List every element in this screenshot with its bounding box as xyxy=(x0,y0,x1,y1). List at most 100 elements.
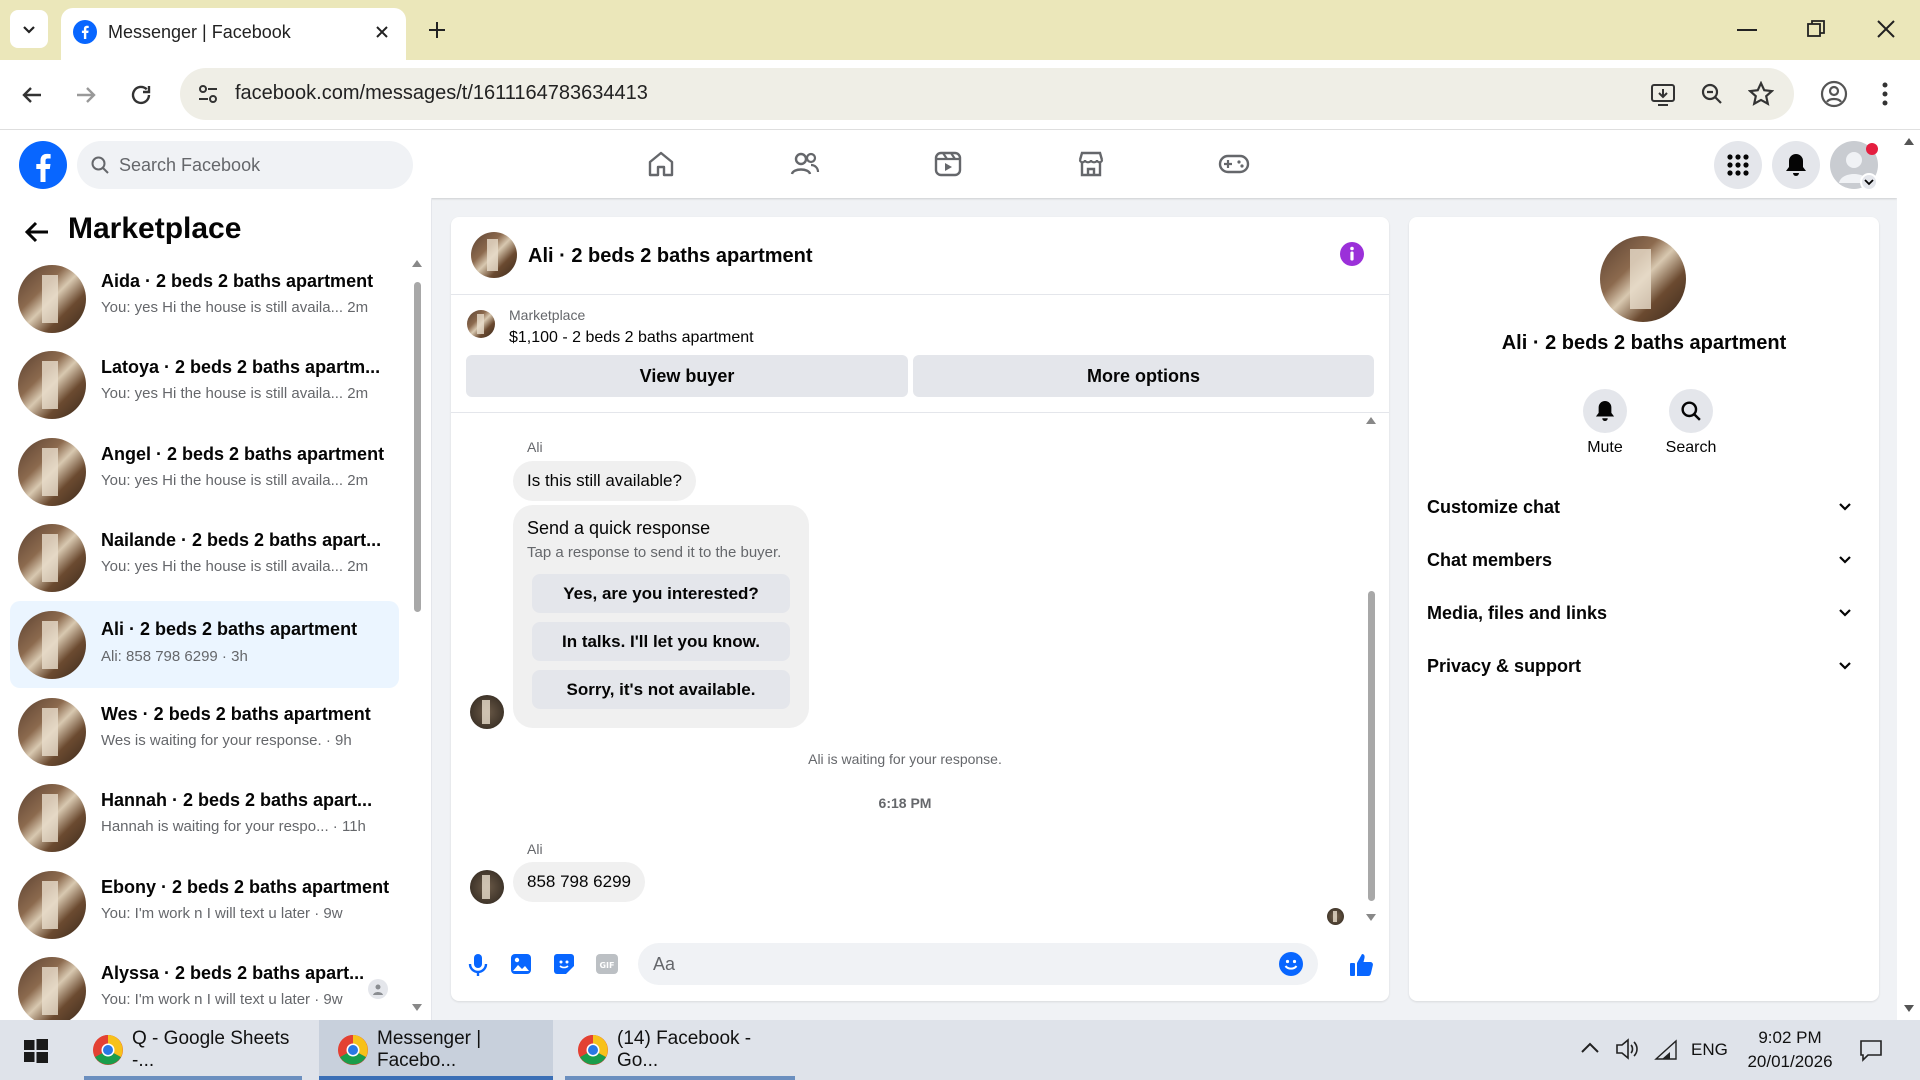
scroll-thumb[interactable] xyxy=(1368,591,1375,901)
address-bar[interactable]: facebook.com/messages/t/1611164783634413 xyxy=(180,68,1794,120)
photo-icon[interactable] xyxy=(510,953,532,975)
gif-icon[interactable]: GIF xyxy=(596,954,618,974)
scroll-down-arrow-icon[interactable] xyxy=(1903,1004,1915,1014)
taskbar-item-underline xyxy=(565,1076,795,1080)
conversation-item[interactable]: Aida · 2 beds 2 baths apartment You: yes… xyxy=(10,257,399,339)
conversation-item[interactable]: Wes · 2 beds 2 baths apartment Wes is wa… xyxy=(10,690,399,772)
listing-source: Marketplace xyxy=(509,307,586,323)
customize-chat-section[interactable]: Customize chat xyxy=(1427,487,1851,527)
message-input-placeholder: Aa xyxy=(653,954,676,974)
chat-members-section[interactable]: Chat members xyxy=(1427,540,1851,580)
account-button[interactable] xyxy=(1830,141,1878,191)
friends-nav[interactable] xyxy=(785,144,825,184)
chrome-icon xyxy=(92,1034,124,1066)
close-tab-icon[interactable] xyxy=(373,23,391,41)
taskbar-item-messenger-active[interactable]: Messenger | Facebo... xyxy=(319,1020,553,1080)
install-app-icon[interactable] xyxy=(1650,81,1676,107)
speaker-icon[interactable] xyxy=(1615,1038,1639,1060)
conversation-item[interactable]: Hannah · 2 beds 2 baths apart... Hannah … xyxy=(10,776,399,858)
site-info-icon[interactable] xyxy=(196,82,220,106)
privacy-support-section[interactable]: Privacy & support xyxy=(1427,646,1851,686)
taskbar-item-sheets[interactable]: Q - Google Sheets -... xyxy=(84,1020,306,1080)
tab-title: Messenger | Facebook xyxy=(108,22,291,42)
chat-avatar[interactable] xyxy=(471,232,517,278)
marketplace-nav[interactable] xyxy=(1071,144,1111,184)
quick-reply-button[interactable]: Sorry, it's not available. xyxy=(532,670,790,709)
clock[interactable]: 9:02 PM 20/01/2026 xyxy=(1740,1026,1840,1074)
windows-taskbar: Q - Google Sheets -... Messenger | Faceb… xyxy=(0,1020,1920,1080)
conversation-item[interactable]: Latoya · 2 beds 2 baths apartm... You: y… xyxy=(10,343,399,425)
waiting-text: Ali is waiting for your response. xyxy=(808,751,1002,767)
conversation-time: 2m xyxy=(347,472,369,489)
page-scrollbar[interactable] xyxy=(1897,130,1920,1020)
notifications-button[interactable] xyxy=(1772,141,1820,189)
chat-scrollbar[interactable] xyxy=(1364,415,1378,925)
conversation-details-panel: Ali · 2 beds 2 baths apartment Mute Sear… xyxy=(1409,217,1879,1001)
search-icon xyxy=(1681,401,1701,421)
conversation-item[interactable]: Nailande · 2 beds 2 baths apart... You: … xyxy=(10,516,399,598)
message-bubble[interactable]: Is this still available? xyxy=(513,461,696,501)
message-bubble[interactable]: 858 798 6299 xyxy=(513,862,645,902)
search-in-conversation-button[interactable]: Search xyxy=(1661,389,1721,461)
facebook-search-input[interactable]: Search Facebook xyxy=(77,141,413,189)
zoom-icon[interactable] xyxy=(1700,82,1724,106)
conversation-item[interactable]: Ebony · 2 beds 2 baths apartment You: I'… xyxy=(10,863,399,945)
sticker-icon[interactable] xyxy=(553,953,575,975)
forward-arrow-icon[interactable] xyxy=(74,83,98,107)
list-scrollbar[interactable] xyxy=(410,258,424,1013)
message-input[interactable]: Aa xyxy=(638,943,1318,985)
chat-title[interactable]: Ali · 2 beds 2 baths apartment xyxy=(528,245,813,268)
listing-thumbnail xyxy=(467,310,495,338)
view-buyer-button[interactable]: View buyer xyxy=(466,355,908,397)
new-tab-icon[interactable] xyxy=(426,19,448,41)
profile-icon[interactable] xyxy=(1820,80,1848,108)
url-text[interactable]: facebook.com/messages/t/1611164783634413 xyxy=(235,82,648,105)
more-options-button[interactable]: More options xyxy=(913,355,1374,397)
chevron-up-icon[interactable] xyxy=(1581,1042,1599,1054)
close-window-icon[interactable] xyxy=(1876,19,1896,39)
section-label: Privacy & support xyxy=(1427,655,1582,676)
reload-icon[interactable] xyxy=(129,83,153,107)
windows-start-icon[interactable] xyxy=(24,1039,48,1063)
mute-button[interactable]: Mute xyxy=(1575,389,1635,461)
video-nav[interactable] xyxy=(928,144,968,184)
home-nav[interactable] xyxy=(641,144,681,184)
scroll-down-arrow-icon[interactable] xyxy=(1365,913,1377,923)
details-title-text: Ali · 2 beds 2 baths apartment xyxy=(1501,332,1787,354)
language-indicator[interactable]: ENG xyxy=(1691,1040,1728,1060)
listing-thumbnail xyxy=(18,438,86,506)
menu-button[interactable] xyxy=(1714,141,1762,189)
scroll-up-arrow-icon[interactable] xyxy=(1903,136,1915,146)
tab-search-button[interactable] xyxy=(10,10,48,48)
browser-menu-icon[interactable] xyxy=(1882,82,1888,106)
wifi-icon[interactable] xyxy=(1654,1039,1678,1061)
quick-reply-button[interactable]: Yes, are you interested? xyxy=(532,574,790,613)
facebook-header: Search Facebook xyxy=(0,130,1897,198)
scroll-up-arrow-icon[interactable] xyxy=(411,258,423,268)
emoji-icon[interactable] xyxy=(1279,952,1303,976)
scroll-down-arrow-icon[interactable] xyxy=(411,1003,423,1013)
browser-tab-messenger[interactable]: Messenger | Facebook xyxy=(61,8,406,60)
back-arrow-icon[interactable] xyxy=(20,83,44,107)
conversation-item[interactable]: Alyssa · 2 beds 2 baths apart... You: I'… xyxy=(10,949,399,1020)
back-arrow-icon[interactable] xyxy=(24,220,50,244)
media-files-links-section[interactable]: Media, files and links xyxy=(1427,593,1851,633)
quick-reply-button[interactable]: In talks. I'll let you know. xyxy=(532,622,790,661)
gaming-nav[interactable] xyxy=(1214,144,1254,184)
bookmark-star-icon[interactable] xyxy=(1748,81,1774,107)
timestamp-divider: 6:18 PM xyxy=(451,795,1359,811)
conversation-item[interactable]: Angel · 2 beds 2 baths apartment You: ye… xyxy=(10,430,399,512)
restore-icon[interactable] xyxy=(1807,20,1825,38)
scroll-thumb[interactable] xyxy=(414,282,421,612)
taskbar-item-facebook[interactable]: (14) Facebook - Go... xyxy=(565,1020,795,1080)
listing-title[interactable]: $1,100 - 2 beds 2 baths apartment xyxy=(509,329,754,347)
microphone-icon[interactable] xyxy=(467,953,489,977)
minimize-icon[interactable] xyxy=(1737,29,1757,31)
notification-center-icon[interactable] xyxy=(1859,1038,1883,1062)
thumbs-up-icon[interactable] xyxy=(1349,952,1375,978)
scroll-up-arrow-icon[interactable] xyxy=(1365,415,1377,425)
conversation-item-active[interactable]: Ali · 2 beds 2 baths apartment Ali: 858 … xyxy=(10,601,399,688)
conversation-snippet: You: yes Hi the house is still availa... xyxy=(101,385,344,402)
info-icon[interactable] xyxy=(1339,241,1365,267)
facebook-logo-icon[interactable] xyxy=(18,140,68,190)
